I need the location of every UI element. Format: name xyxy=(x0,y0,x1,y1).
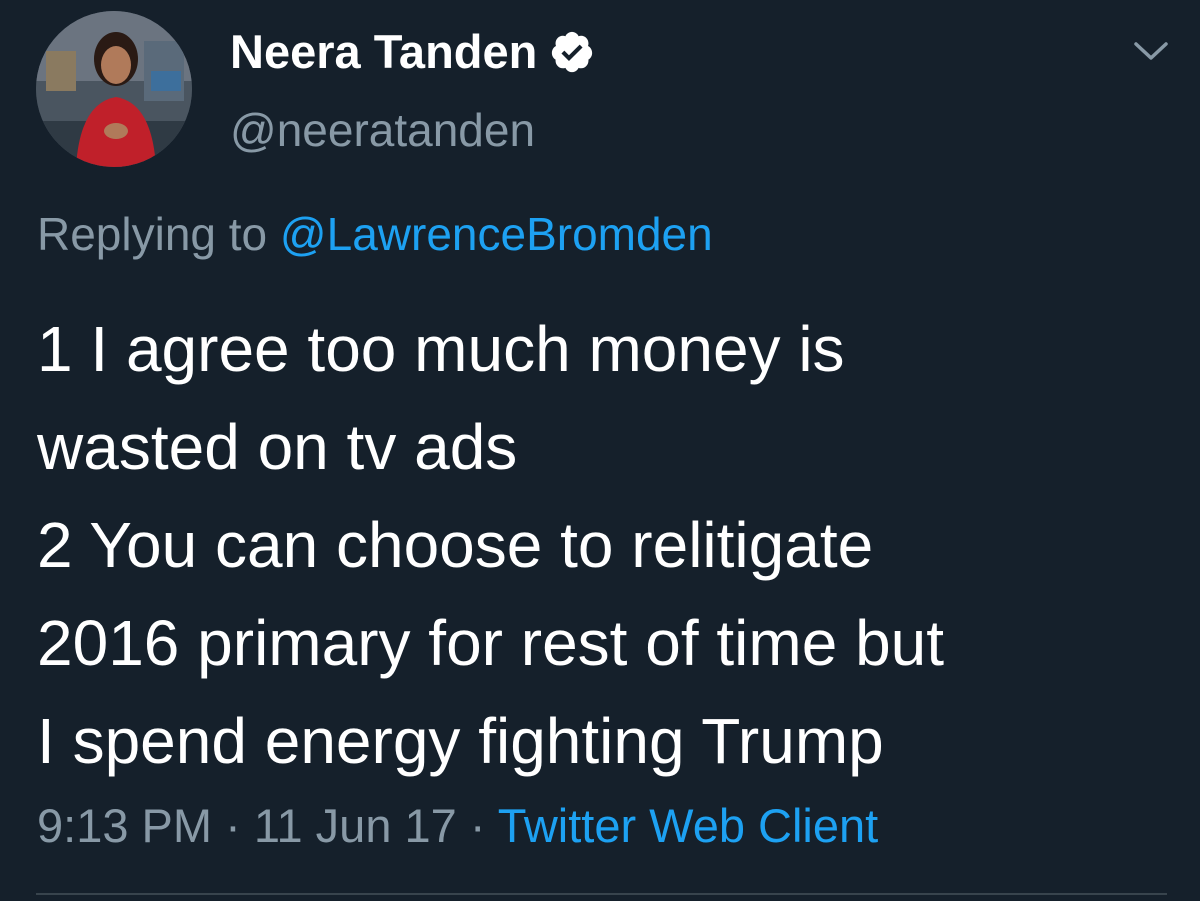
tweet-text-line: I spend energy fighting Trump xyxy=(37,705,884,777)
tweet-text-line: 2 You can choose to relitigate xyxy=(37,509,874,581)
author-handle[interactable]: @neeratanden xyxy=(230,102,535,158)
divider xyxy=(36,893,1167,895)
reply-context: Replying to @LawrenceBromden xyxy=(37,206,713,262)
tweet-text-line: wasted on tv ads xyxy=(37,411,518,483)
tweet-body: 1 I agree too much money is wasted on tv… xyxy=(37,300,1177,790)
tweet-text-line: 2016 primary for rest of time but xyxy=(37,607,945,679)
tweet: Neera Tanden @neeratanden Replying to @L… xyxy=(0,0,1200,901)
meta-separator: · xyxy=(456,799,498,852)
reply-to-handle-link[interactable]: @LawrenceBromden xyxy=(280,208,713,260)
author-name-text: Neera Tanden xyxy=(230,25,538,78)
meta-separator: · xyxy=(212,799,254,852)
tweet-source-link[interactable]: Twitter Web Client xyxy=(498,799,878,852)
reply-prefix: Replying to xyxy=(37,208,268,260)
avatar[interactable] xyxy=(36,11,192,167)
tweet-date[interactable]: 11 Jun 17 xyxy=(254,799,457,852)
verified-badge-icon xyxy=(552,31,593,73)
tweet-time[interactable]: 9:13 PM xyxy=(37,799,212,852)
tweet-text-line: 1 I agree too much money is xyxy=(37,313,845,385)
chevron-down-icon[interactable] xyxy=(1133,37,1169,65)
tweet-metadata: 9:13 PM · 11 Jun 17 · Twitter Web Client xyxy=(37,798,878,854)
avatar-image xyxy=(36,11,192,167)
author-display-name[interactable]: Neera Tanden xyxy=(230,24,595,80)
